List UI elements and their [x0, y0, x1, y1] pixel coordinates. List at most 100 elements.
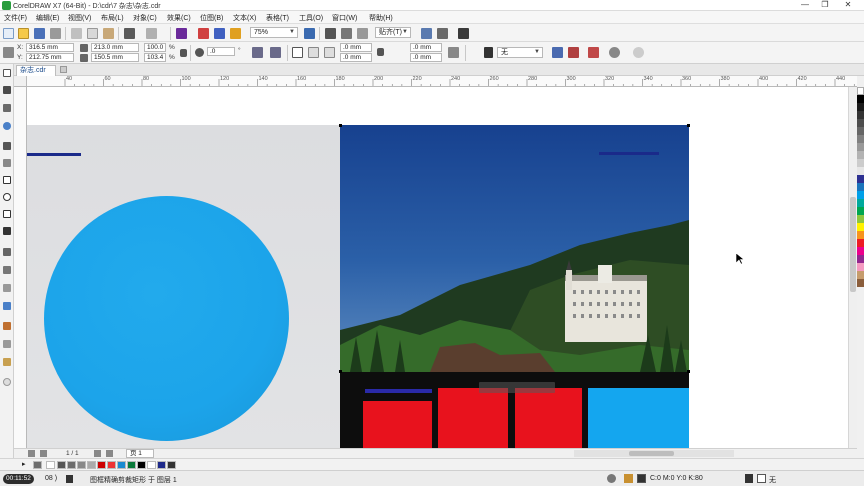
cut-icon[interactable]	[71, 28, 82, 39]
color-proof-icon[interactable]	[607, 474, 616, 483]
doc-swatch-light-red[interactable]	[107, 461, 116, 469]
scale-width-field[interactable]: 100.0	[144, 43, 166, 52]
fill-color-swatch[interactable]	[637, 474, 646, 483]
menu-help[interactable]: 帮助(H)	[369, 13, 393, 23]
menu-tools[interactable]: 工具(O)	[299, 13, 323, 23]
red-block-2[interactable]	[438, 388, 508, 448]
vertical-scrollbar[interactable]	[848, 87, 857, 448]
minimize-button[interactable]: —	[797, 0, 813, 11]
palette-swatch-lime[interactable]	[857, 215, 864, 223]
close-button[interactable]: ✕	[840, 0, 856, 11]
search-content-icon[interactable]	[176, 28, 187, 39]
doc-swatch-navy[interactable]	[157, 461, 166, 469]
export-icon[interactable]	[214, 28, 225, 39]
scalloped-corner-icon[interactable]	[308, 47, 319, 58]
red-block-3[interactable]	[515, 388, 582, 448]
palette-swatch-yellow[interactable]	[857, 223, 864, 231]
doc-swatch-gray2[interactable]	[57, 461, 66, 469]
doc-swatch-none[interactable]	[46, 461, 55, 469]
ellipse-tool-icon[interactable]	[3, 193, 11, 201]
palette-swatch-purple[interactable]	[857, 255, 864, 263]
transparency-tool-icon[interactable]	[3, 302, 11, 310]
next-page-icon[interactable]	[94, 450, 101, 457]
rectangle-tool-icon[interactable]	[3, 176, 11, 184]
horizontal-ruler[interactable]: 40 60 80 100 120 140 160 180 200 220 240 260 280 300 3…	[27, 76, 857, 87]
selection-handle-tl[interactable]	[339, 124, 342, 127]
purple-accent-bar[interactable]	[365, 389, 432, 393]
palette-swatch-teal[interactable]	[857, 199, 864, 207]
wrap-text-icon[interactable]	[552, 47, 563, 58]
selection-handle-tr[interactable]	[687, 124, 690, 127]
freehand-tool-icon[interactable]	[3, 142, 11, 150]
outline-width-dropdown[interactable]: 无 ▼	[497, 47, 543, 58]
add-tool-icon[interactable]	[3, 378, 11, 386]
text-tool-icon[interactable]	[3, 227, 11, 235]
show-rulers-icon[interactable]	[325, 28, 336, 39]
palette-swatch-80-black[interactable]	[857, 111, 864, 119]
align-icon[interactable]	[437, 28, 448, 39]
menu-edit[interactable]: 编辑(E)	[36, 13, 59, 23]
smart-fill-icon[interactable]	[3, 358, 11, 366]
crop-tool-icon[interactable]	[3, 104, 11, 112]
convert-to-curves-icon[interactable]	[609, 47, 620, 58]
corner-bottom-right-field[interactable]: .0 mm	[410, 53, 442, 62]
doc-swatch-gray3[interactable]	[67, 461, 76, 469]
doc-swatch-dark[interactable]	[167, 461, 176, 469]
options-icon[interactable]	[421, 28, 432, 39]
page-1-tab[interactable]: 页 1	[126, 449, 154, 458]
palette-swatch-20-black[interactable]	[857, 159, 864, 167]
palette-swatch-cyan[interactable]	[857, 191, 864, 199]
menu-object[interactable]: 对象(C)	[133, 13, 157, 23]
horizontal-scrollbar[interactable]	[574, 450, 734, 457]
palette-swatch-70-black[interactable]	[857, 119, 864, 127]
palette-flyout-icon[interactable]: ▸	[22, 461, 31, 469]
full-screen-icon[interactable]	[304, 28, 315, 39]
palette-swatch-10-black[interactable]	[857, 167, 864, 175]
palette-swatch-green[interactable]	[857, 207, 864, 215]
import-icon[interactable]	[198, 28, 209, 39]
show-grid-icon[interactable]	[341, 28, 352, 39]
corner-top-left-field[interactable]: .0 mm	[340, 43, 372, 52]
object-origin-icon[interactable]	[3, 47, 14, 58]
show-guidelines-icon[interactable]	[357, 28, 368, 39]
palette-swatch-white[interactable]	[857, 87, 864, 95]
vertical-ruler[interactable]	[14, 76, 27, 448]
palette-swatch-60-black[interactable]	[857, 127, 864, 135]
palette-swatch-90-black[interactable]	[857, 103, 864, 111]
palette-swatch-tan[interactable]	[857, 271, 864, 279]
zoom-level-dropdown[interactable]: 75% ▼	[250, 27, 298, 38]
undo-icon[interactable]	[124, 28, 135, 39]
horizontal-scroll-thumb[interactable]	[629, 451, 674, 456]
width-field[interactable]: 213.0 mm	[91, 43, 139, 52]
print-icon[interactable]	[50, 28, 61, 39]
palette-swatch-red[interactable]	[857, 239, 864, 247]
palette-swatch-black[interactable]	[857, 95, 864, 103]
menu-effects[interactable]: 效果(C)	[167, 13, 191, 23]
doc-swatch-red[interactable]	[97, 461, 106, 469]
publish-pdf-icon[interactable]	[230, 28, 241, 39]
doc-swatch-gray4[interactable]	[77, 461, 86, 469]
outline-none-swatch[interactable]	[757, 474, 766, 483]
palette-swatch-navy[interactable]	[857, 175, 864, 183]
red-block-1[interactable]	[363, 401, 432, 448]
floating-object-toolbar[interactable]	[479, 382, 555, 393]
menu-text[interactable]: 文本(X)	[233, 13, 256, 23]
new-document-icon[interactable]	[3, 28, 14, 39]
new-tab-icon[interactable]	[60, 66, 67, 73]
y-position-field[interactable]: 212.75 mm	[26, 53, 74, 62]
hotel-photo[interactable]	[340, 125, 689, 372]
corner-bottom-left-field[interactable]: .0 mm	[340, 53, 372, 62]
doc-swatch-green[interactable]	[127, 461, 136, 469]
scale-height-field[interactable]: 103.4	[144, 53, 166, 62]
artistic-media-icon[interactable]	[3, 159, 11, 167]
doc-swatch-gray5[interactable]	[87, 461, 96, 469]
drawing-canvas[interactable]	[27, 87, 857, 448]
previous-page-icon[interactable]	[40, 450, 47, 457]
menu-table[interactable]: 表格(T)	[266, 13, 289, 23]
save-icon[interactable]	[34, 28, 45, 39]
selection-handle-bl[interactable]	[339, 370, 342, 373]
menu-layout[interactable]: 布局(L)	[101, 13, 124, 23]
redo-icon[interactable]	[146, 28, 157, 39]
parallel-dimension-icon[interactable]	[3, 248, 11, 256]
palette-swatch-40-black[interactable]	[857, 143, 864, 151]
